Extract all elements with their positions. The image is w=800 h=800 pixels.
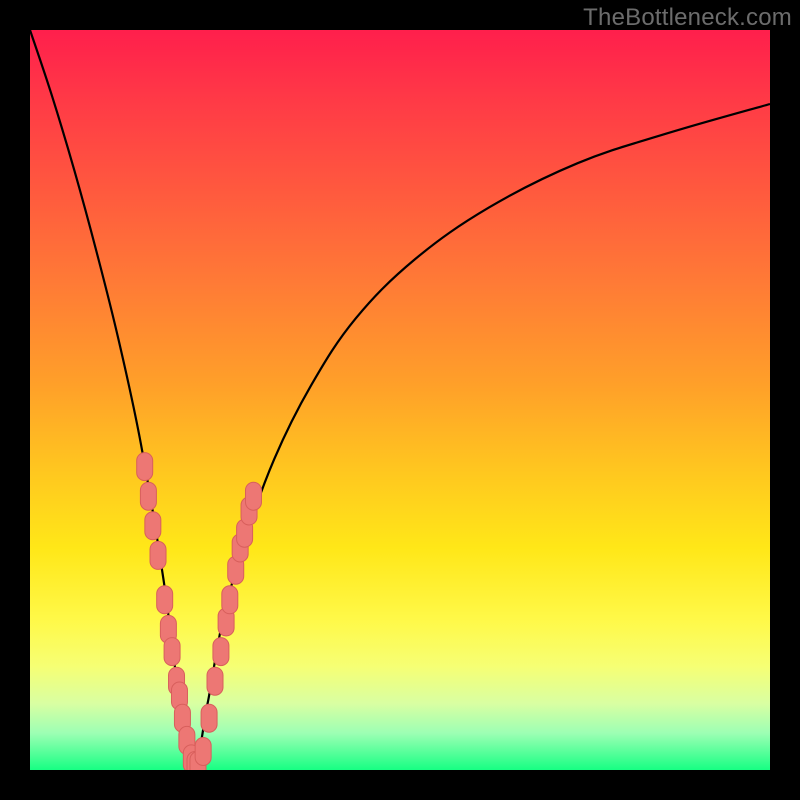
data-marker (207, 667, 223, 695)
data-marker (137, 453, 153, 481)
data-marker (195, 738, 211, 766)
data-marker (245, 482, 261, 510)
data-marker (157, 586, 173, 614)
watermark-text: TheBottleneck.com (583, 4, 792, 32)
data-markers (137, 453, 262, 770)
data-marker (150, 541, 166, 569)
bottleneck-curve (30, 30, 770, 770)
curve-svg (30, 30, 770, 770)
data-marker (140, 482, 156, 510)
data-marker (222, 586, 238, 614)
plot-area (30, 30, 770, 770)
data-marker (164, 638, 180, 666)
data-marker (201, 704, 217, 732)
chart-frame: TheBottleneck.com (0, 0, 800, 800)
data-marker (213, 638, 229, 666)
data-marker (145, 512, 161, 540)
